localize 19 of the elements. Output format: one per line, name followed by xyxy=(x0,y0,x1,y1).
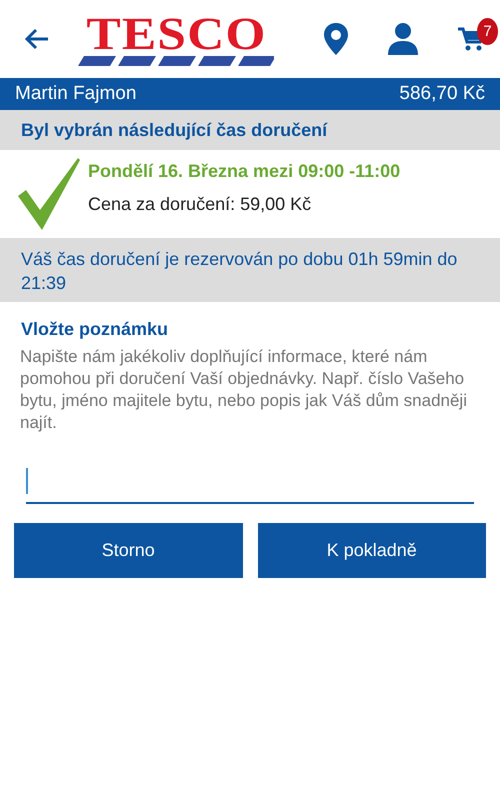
location-pin-icon[interactable] xyxy=(324,23,348,55)
logo-text: TESCO xyxy=(86,12,266,56)
checkout-button[interactable]: K pokladně xyxy=(258,523,486,578)
delivery-slot: Pondělí 16. Března mezi 09:00 -11:00 xyxy=(88,161,400,182)
delivery-price: Cena za doručení: 59,00 Kč xyxy=(88,194,312,215)
reservation-notice: Váš čas doručení je rezervován po dobu 01h 59min do 21:39 xyxy=(0,238,500,302)
cart-count-badge: 7 xyxy=(477,18,498,45)
customer-name: Martin Fajmon xyxy=(15,83,136,105)
note-description: Napište nám jakékoliv doplňující informace, které nám pomohou při doručení Vaší objednávky. Např. číslo Vašeho bytu, jméno majitele bytu, nebo popis jak Váš dům snadněji najít. xyxy=(19,346,468,434)
cancel-button[interactable]: Storno xyxy=(14,523,242,578)
note-title: Vložte poznámku xyxy=(20,318,170,341)
text-cursor xyxy=(26,468,28,494)
account-balance: 586,70 Kč xyxy=(399,83,485,105)
back-button[interactable] xyxy=(24,28,50,50)
section-heading: Byl vybrán následující čas doručení xyxy=(0,110,500,150)
cart-button[interactable]: 7 xyxy=(458,18,498,52)
logo-stripes-icon xyxy=(78,56,274,66)
user-icon[interactable] xyxy=(388,23,418,55)
checkmark-icon xyxy=(18,158,80,230)
